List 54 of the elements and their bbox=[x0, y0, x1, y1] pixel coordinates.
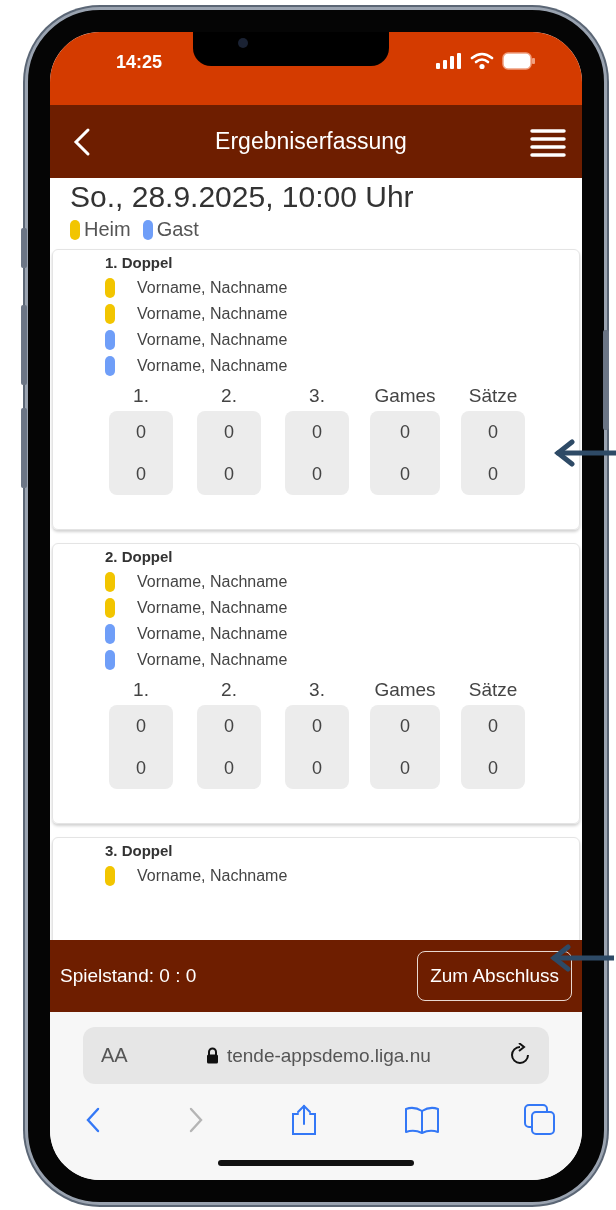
page-title: Ergebniserfassung bbox=[215, 128, 407, 155]
legend-label: Gast bbox=[156, 218, 199, 241]
camera-icon bbox=[238, 38, 248, 48]
share-icon[interactable] bbox=[289, 1104, 319, 1136]
match-title: 1. Doppel bbox=[105, 254, 174, 271]
score-field[interactable]: 0 0 bbox=[370, 705, 440, 789]
finish-button[interactable]: Zum Abschluss bbox=[417, 951, 572, 1001]
match-title: 2. Doppel bbox=[105, 548, 174, 565]
player-name: Vorname, Nachname bbox=[137, 331, 288, 349]
signal-icon bbox=[436, 53, 462, 69]
book-icon[interactable] bbox=[403, 1105, 440, 1135]
player-name: Vorname, Nachname bbox=[137, 625, 288, 643]
column-header: 3. bbox=[309, 679, 325, 702]
score-field[interactable]: 0 0 bbox=[197, 705, 261, 789]
column-header: 1. bbox=[133, 679, 149, 702]
player-name: Vorname, Nachname bbox=[137, 651, 288, 669]
url-text: tende-appsdemo.liga.nu bbox=[226, 1044, 431, 1067]
score-field[interactable]: 0 0 bbox=[285, 705, 349, 789]
battery-icon bbox=[502, 52, 536, 70]
score-field[interactable]: 0 0 bbox=[285, 411, 349, 495]
player-name: Vorname, Nachname bbox=[137, 357, 288, 375]
match-date: So., 28.9.2025, 10:00 Uhr bbox=[69, 179, 415, 214]
text-size-button[interactable]: AA bbox=[101, 1044, 128, 1067]
score-field[interactable]: 0 0 bbox=[197, 411, 261, 495]
score-field[interactable]: 0 0 bbox=[370, 411, 440, 495]
tabs-icon[interactable] bbox=[524, 1104, 556, 1136]
back-button[interactable] bbox=[72, 126, 92, 157]
legend-label: Heim bbox=[84, 218, 131, 241]
column-header: Sätze bbox=[468, 679, 518, 702]
menu-icon[interactable] bbox=[530, 126, 566, 157]
player-name: Vorname, Nachname bbox=[137, 573, 288, 591]
column-header: Sätze bbox=[468, 385, 518, 408]
address-bar[interactable]: AA tende-appsdemo.liga.nu bbox=[83, 1027, 549, 1084]
column-header: Games bbox=[374, 385, 436, 408]
player-name: Vorname, Nachname bbox=[137, 599, 288, 617]
wifi-icon bbox=[470, 52, 494, 70]
match-title: 3. Doppel bbox=[105, 842, 174, 859]
annotation-arrow bbox=[554, 438, 616, 468]
score-field[interactable]: 0 0 bbox=[109, 705, 173, 789]
column-header: 3. bbox=[309, 385, 325, 408]
player-name: Vorname, Nachname bbox=[137, 279, 288, 297]
player-name: Vorname, Nachname bbox=[137, 305, 288, 323]
status-time: 14:25 bbox=[116, 52, 163, 73]
game-score: Spielstand: 0 : 0 bbox=[60, 965, 197, 987]
column-header: 2. bbox=[221, 679, 237, 702]
score-field[interactable]: 0 0 bbox=[461, 411, 525, 495]
lock-icon bbox=[205, 1047, 219, 1064]
player-name: Vorname, Nachname bbox=[137, 867, 288, 885]
score-field[interactable]: 0 0 bbox=[461, 705, 525, 789]
column-header: 2. bbox=[221, 385, 237, 408]
column-header: Games bbox=[374, 679, 436, 702]
column-header: 1. bbox=[133, 385, 149, 408]
score-field[interactable]: 0 0 bbox=[109, 411, 173, 495]
back-icon[interactable] bbox=[84, 1107, 102, 1133]
